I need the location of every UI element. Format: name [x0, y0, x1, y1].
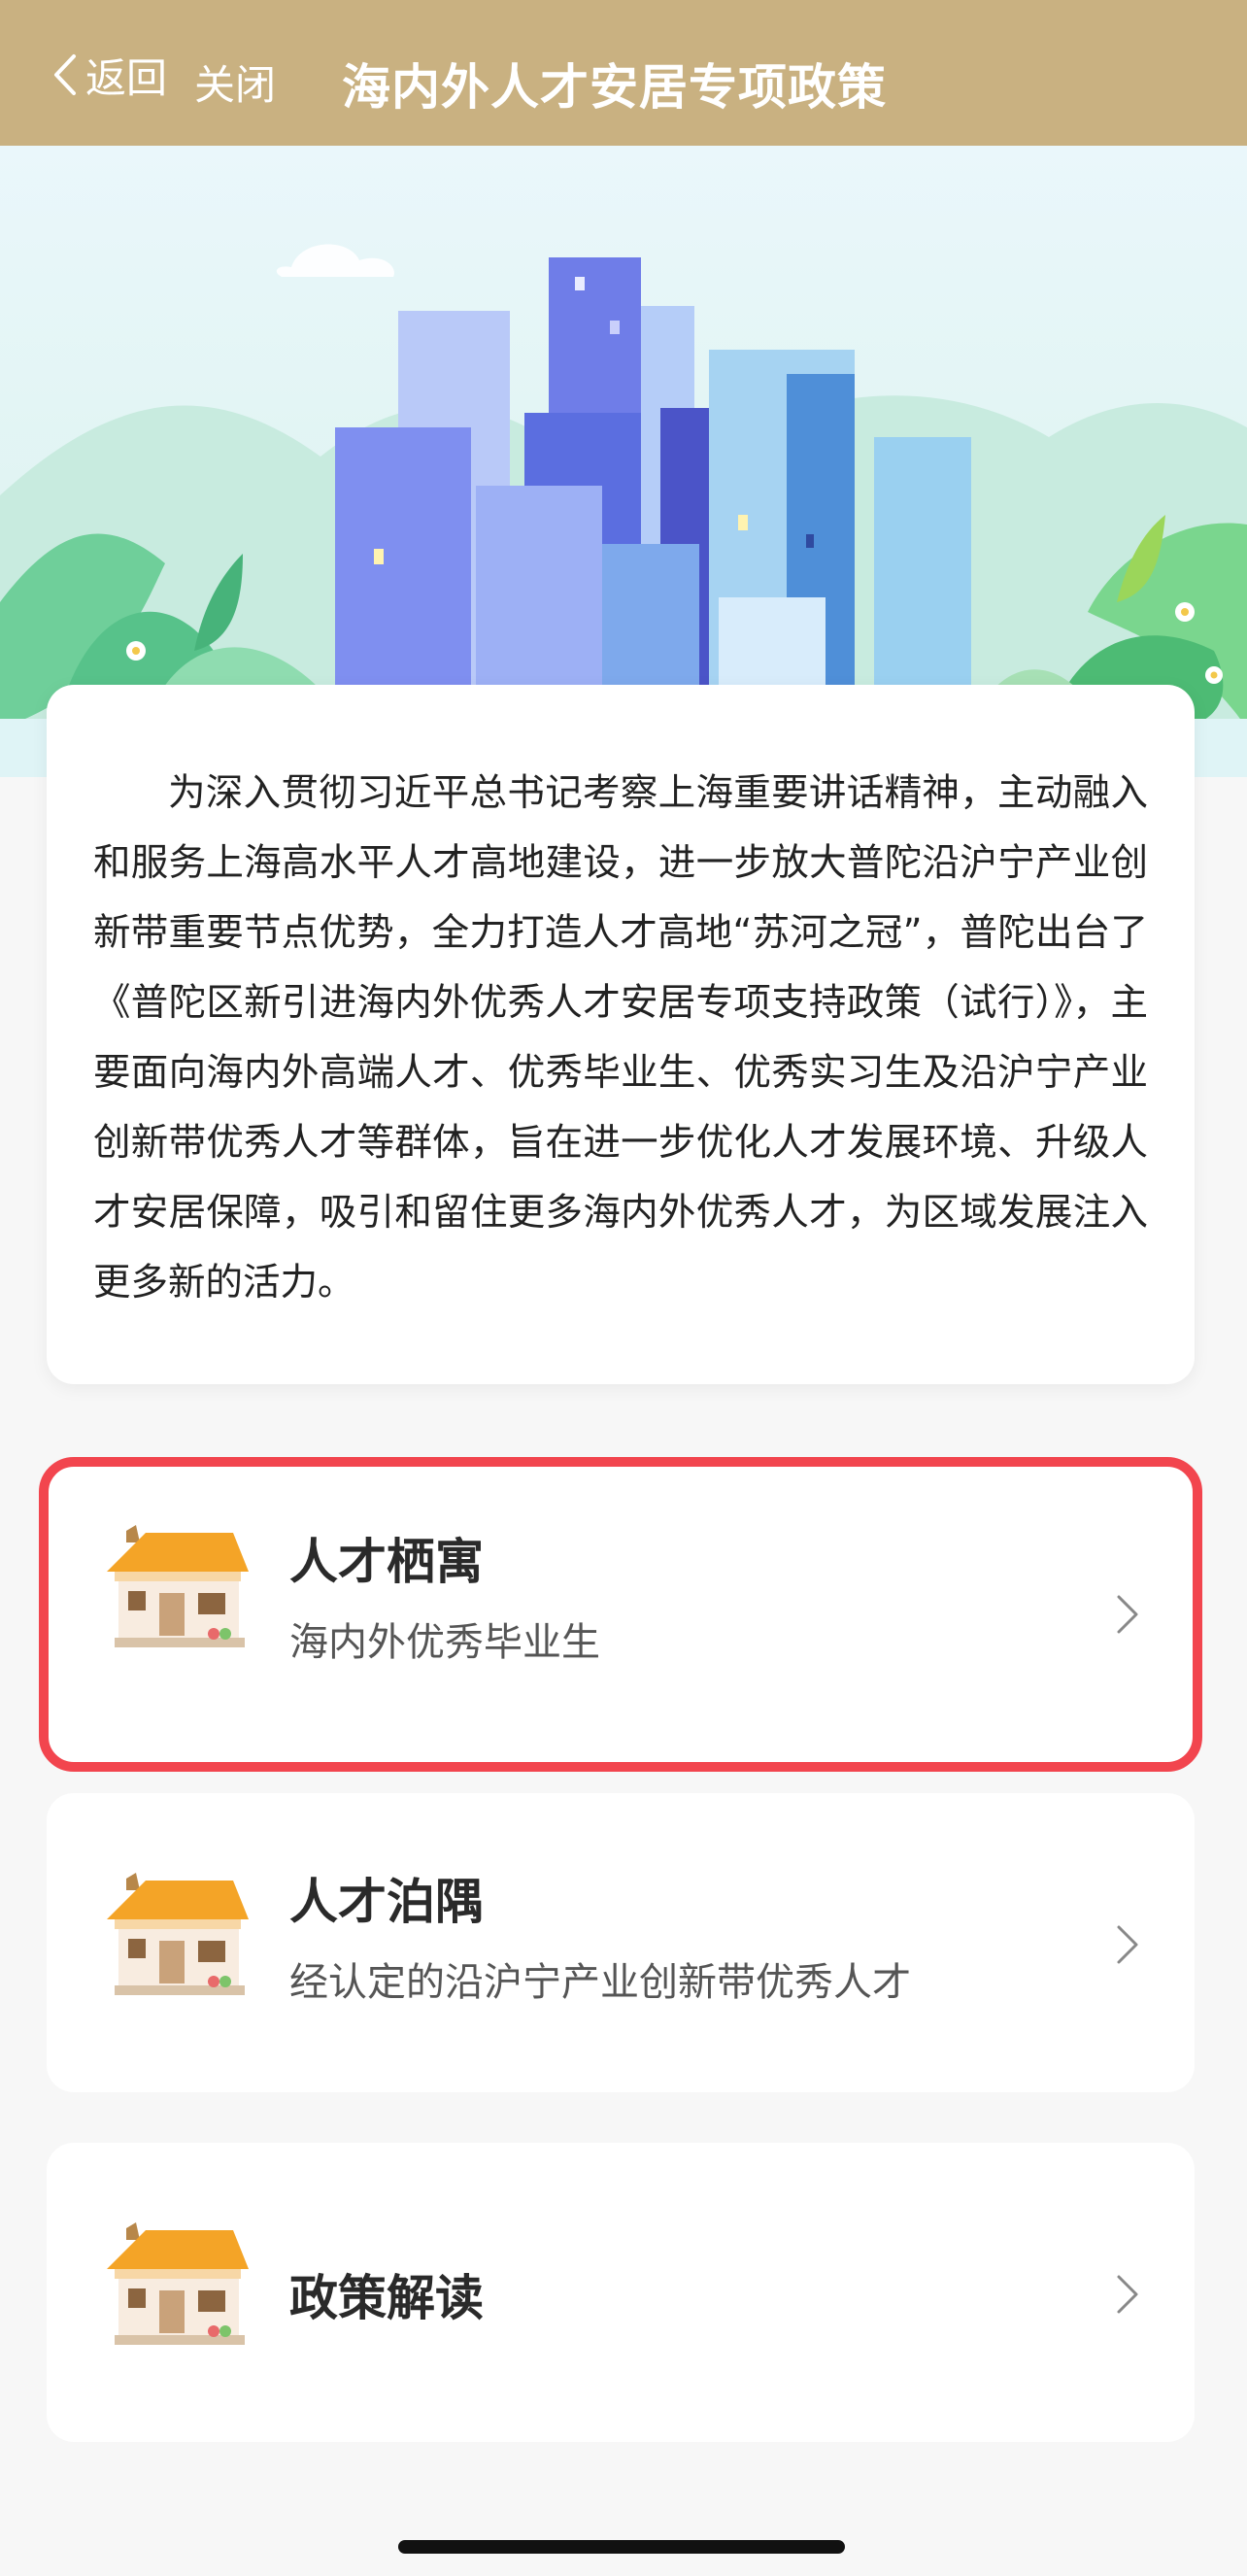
item-title: 人才栖寓	[289, 1534, 484, 1590]
house-icon	[107, 2222, 249, 2345]
item-subtitle: 经认定的沿沪宁产业创新带优秀人才	[289, 1960, 911, 2005]
top-navigation-bar: 返回 关闭 海内外人才安居专项政策	[0, 0, 1247, 146]
back-label: 返回	[85, 53, 168, 102]
item-policy-interpretation[interactable]: 政策解读	[47, 2143, 1195, 2442]
chevron-left-icon	[54, 54, 76, 95]
intro-card: 为深入贯彻习近平总书记考察上海重要讲话精神，主动融入和服务上海高水平人才高地建设…	[47, 685, 1195, 1384]
item-title: 政策解读	[289, 2270, 484, 2326]
chevron-right-icon	[1117, 1925, 1138, 1964]
item-title: 人才泊隅	[289, 1874, 484, 1930]
intro-paragraph: 为深入贯彻习近平总书记考察上海重要讲话精神，主动融入和服务上海高水平人才高地建设…	[93, 771, 1148, 1305]
house-icon	[107, 1873, 249, 1995]
item-talent-residence[interactable]: 人才泊隅 经认定的沿沪宁产业创新带优秀人才	[47, 1793, 1195, 2092]
home-indicator	[398, 2540, 845, 2554]
chevron-right-icon	[1117, 2275, 1138, 2314]
chevron-right-icon	[1117, 1595, 1138, 1634]
close-button[interactable]: 关闭	[194, 52, 276, 112]
city-banner-illustration	[0, 146, 1247, 777]
item-subtitle: 海内外优秀毕业生	[289, 1620, 600, 1665]
item-talent-apartment[interactable]: 人才栖寓 海内外优秀毕业生	[39, 1457, 1202, 1772]
page-title: 海内外人才安居专项政策	[342, 59, 887, 116]
back-button[interactable]: 返回	[51, 51, 167, 102]
house-icon	[107, 1525, 249, 1647]
